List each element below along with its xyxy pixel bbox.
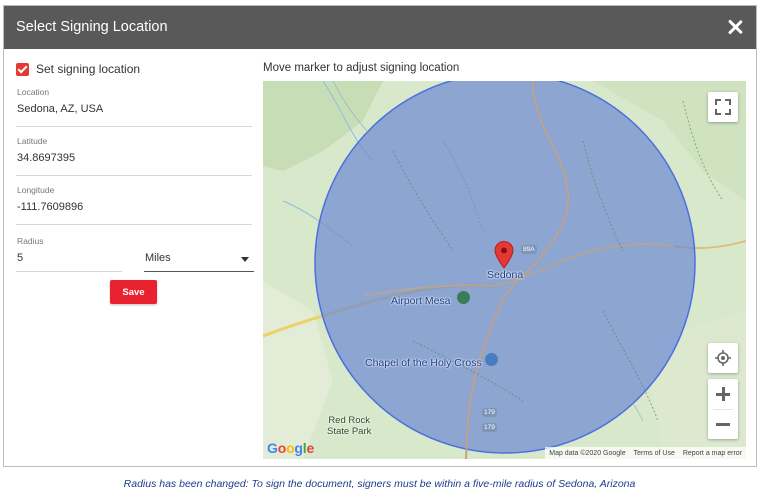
set-location-checkbox[interactable] [16, 62, 29, 76]
zoom-out-button[interactable] [708, 409, 738, 439]
fullscreen-button[interactable] [708, 92, 738, 122]
location-label: Location [17, 87, 50, 97]
route-shield-179-a: 179 [482, 408, 497, 417]
place-label-airport-mesa: Airport Mesa [391, 295, 451, 307]
terms-of-use-link[interactable]: Terms of Use [634, 450, 675, 457]
radius-unit-value: Miles [145, 252, 171, 264]
map-instruction: Move marker to adjust signing location [263, 62, 460, 74]
longitude-label: Longitude [17, 185, 55, 195]
place-label-sedona: Sedona [487, 269, 524, 281]
my-location-button[interactable] [708, 343, 738, 373]
set-location-row[interactable]: Set signing location [16, 60, 252, 78]
chevron-down-icon [241, 257, 249, 262]
location-value[interactable]: Sedona, AZ, USA [17, 103, 103, 115]
radius-input-underline [16, 271, 122, 272]
radius-label: Radius [17, 236, 44, 246]
caption: Radius has been changed: To sign the doc… [123, 478, 636, 490]
location-marker-icon[interactable] [494, 241, 514, 269]
map-attribution: Map data ©2020 Google Terms of Use Repor… [545, 447, 746, 459]
place-label-chapel: Chapel of the Holy Cross [365, 357, 482, 369]
radius-unit-select[interactable]: Miles [144, 247, 254, 272]
latitude-field[interactable]: Latitude 34.8697395 [16, 136, 252, 176]
radius-input[interactable]: 5 [17, 252, 23, 264]
map-view[interactable]: 89A 179 179 Sedona Airport Mesa Chapel o… [263, 81, 746, 459]
location-form: Set signing location Location Sedona, AZ… [16, 60, 254, 304]
signing-location-dialog: Select Signing Location Set signing loca… [3, 5, 757, 467]
set-location-label: Set signing location [36, 62, 141, 76]
red-rock-line-2: State Park [327, 426, 372, 437]
route-shield-179-b: 179 [482, 423, 497, 432]
longitude-field[interactable]: Longitude -111.7609896 [16, 185, 252, 225]
red-rock-line-1: Red Rock [328, 415, 371, 426]
longitude-value[interactable]: -111.7609896 [17, 201, 83, 213]
latitude-label: Latitude [17, 136, 48, 146]
location-field[interactable]: Location Sedona, AZ, USA [16, 87, 252, 127]
map-data-credit: Map data ©2020 Google [549, 449, 626, 457]
fullscreen-icon [715, 99, 731, 115]
dialog-title: Select Signing Location [16, 19, 168, 35]
hiking-icon [457, 291, 470, 304]
place-label-red-rock: Red Rock State Park [327, 415, 371, 437]
latitude-value[interactable]: 34.8697395 [17, 152, 75, 164]
zoom-in-button[interactable] [708, 379, 738, 409]
place-of-worship-icon [485, 353, 498, 366]
route-shield-89a: 89A [521, 245, 537, 254]
report-map-error-link[interactable]: Report a map error [683, 450, 742, 457]
radius-field: Radius 5 Miles [16, 236, 254, 276]
close-icon[interactable] [724, 16, 746, 38]
google-logo: Google [267, 440, 315, 456]
save-button[interactable]: Save [110, 280, 157, 304]
crosshair-icon [715, 350, 731, 366]
dialog-titlebar: Select Signing Location [4, 6, 756, 49]
zoom-controls [708, 379, 738, 439]
